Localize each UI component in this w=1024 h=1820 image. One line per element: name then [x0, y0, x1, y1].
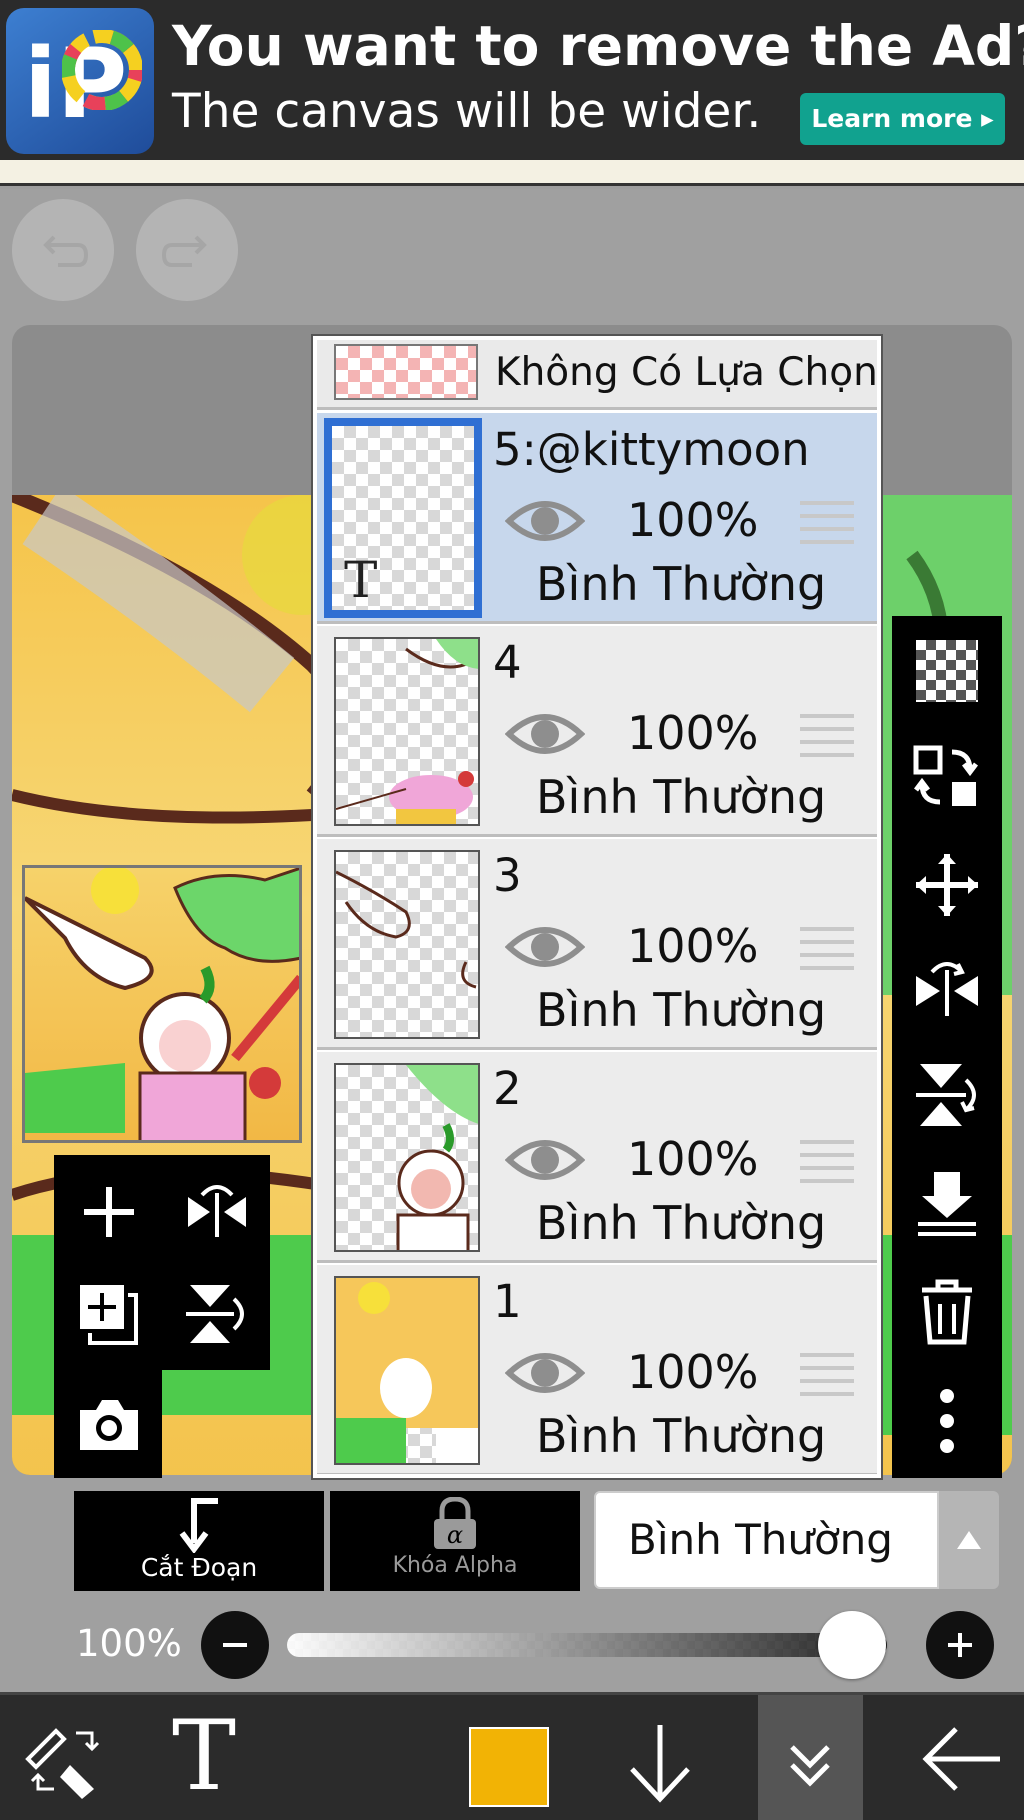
no-selection-row[interactable]: Không Có Lựa Chọn	[317, 340, 877, 410]
layer-row-4[interactable]: 4 100% Bình Thường	[317, 626, 877, 837]
layer-blend-mode: Bình Thường	[536, 557, 827, 611]
layer-opacity: 100%	[627, 1132, 759, 1186]
layers-menu-button[interactable]	[758, 1695, 863, 1820]
layer-row-5[interactable]: T 5:@kittymoon 100% Bình Thường	[317, 413, 877, 624]
redo-icon	[162, 235, 207, 267]
undo-button[interactable]	[12, 199, 114, 301]
drag-handle-icon[interactable]	[800, 1353, 854, 1405]
clipping-arrow-icon	[179, 1498, 218, 1553]
layer-blend-mode: Bình Thường	[536, 770, 827, 824]
ad-subtitle: The canvas will be wider.	[172, 84, 762, 139]
layer-thumbnail	[334, 850, 480, 1039]
layer-blend-mode: Bình Thường	[536, 1409, 827, 1463]
swap-layers-icon[interactable]	[912, 742, 982, 812]
text-tool-button[interactable]: T	[172, 1701, 236, 1820]
move-icon[interactable]	[912, 850, 982, 920]
visibility-eye-icon[interactable]	[505, 1343, 585, 1403]
merge-down-icon[interactable]	[912, 1168, 982, 1238]
layer-name: 3	[493, 849, 522, 902]
layer-opacity: 100%	[627, 1345, 759, 1399]
layer-opacity: 100%	[627, 493, 759, 547]
visibility-eye-icon[interactable]	[505, 491, 585, 551]
layer-thumbnail	[334, 1276, 480, 1465]
bottom-toolbar: T	[0, 1692, 1024, 1820]
layer-name: 2	[493, 1062, 522, 1115]
layer-3-preview	[336, 870, 477, 989]
camera-icon[interactable]	[76, 1392, 142, 1458]
layer-4-preview	[336, 639, 478, 824]
svg-text:α: α	[447, 1521, 463, 1549]
canvas-preview-thumbnail[interactable]	[22, 865, 302, 1143]
ad-banner[interactable]: iP You want to remove the Ad? The canvas…	[0, 0, 1024, 160]
add-layer-icon[interactable]	[76, 1179, 142, 1245]
blend-mode-dropdown-button[interactable]	[939, 1491, 999, 1589]
flip-layer-vertical-icon[interactable]	[184, 1281, 250, 1347]
camera-tool	[54, 1370, 162, 1478]
layer-blend-mode: Bình Thường	[536, 983, 827, 1037]
layer-row-3[interactable]: 3 100% Bình Thường	[317, 839, 877, 1050]
duplicate-layer-icon[interactable]	[76, 1281, 142, 1347]
triangle-up-icon	[957, 1531, 981, 1549]
layer-thumbnail: T	[324, 418, 482, 618]
visibility-eye-icon[interactable]	[505, 1130, 585, 1190]
learn-more-button[interactable]: Learn more ▸	[800, 93, 1005, 145]
selection-thumbnail	[334, 344, 478, 400]
layer-thumbnail	[334, 1063, 480, 1252]
layer-1-preview	[336, 1278, 478, 1463]
drag-handle-icon[interactable]	[800, 927, 854, 979]
drag-handle-icon[interactable]	[800, 501, 854, 553]
visibility-eye-icon[interactable]	[505, 917, 585, 977]
flip-horizontal-icon[interactable]	[912, 956, 982, 1026]
layer-tools-toolbar	[892, 616, 1002, 1478]
layer-name: 4	[493, 636, 522, 689]
layer-blend-mode: Bình Thường	[536, 1196, 827, 1250]
alpha-lock-label: Khóa Alpha	[392, 1553, 518, 1578]
opacity-decrease-button[interactable]	[201, 1611, 269, 1679]
redo-button[interactable]	[136, 199, 238, 301]
layer-row-1[interactable]: 1 100% Bình Thường	[317, 1265, 877, 1474]
preview-artwork	[25, 868, 299, 1140]
clipping-label: Cắt Đoạn	[140, 1553, 258, 1582]
text-layer-icon: T	[344, 551, 378, 609]
color-wheel-icon	[62, 30, 142, 110]
layer-add-tools	[54, 1155, 270, 1370]
current-color-swatch[interactable]	[469, 1727, 549, 1807]
ad-divider	[0, 160, 1024, 186]
ad-title: You want to remove the Ad?	[172, 14, 1024, 78]
layer-thumbnail	[334, 637, 480, 826]
alpha-lock-button[interactable]: α Khóa Alpha	[330, 1491, 580, 1591]
layer-name: 1	[493, 1275, 522, 1328]
layer-opacity: 100%	[627, 919, 759, 973]
no-selection-label: Không Có Lựa Chọn	[495, 350, 878, 395]
arrow-down-icon[interactable]	[620, 1719, 700, 1820]
drag-handle-icon[interactable]	[800, 1140, 854, 1192]
layer-name: 5:@kittymoon	[493, 423, 810, 476]
plus-icon	[948, 1633, 972, 1657]
trash-icon[interactable]	[912, 1276, 982, 1346]
blend-mode-select[interactable]: Bình Thường	[594, 1491, 939, 1589]
opacity-increase-button[interactable]	[926, 1611, 994, 1679]
transparent-background-icon[interactable]	[916, 640, 978, 702]
back-arrow-icon[interactable]	[916, 1719, 1006, 1820]
layers-panel: Không Có Lựa Chọn T 5:@kittymoon 100% Bì…	[313, 336, 881, 1478]
opacity-slider-track[interactable]	[287, 1633, 887, 1657]
flip-layer-horizontal-icon[interactable]	[184, 1179, 250, 1245]
opacity-slider-knob[interactable]	[818, 1611, 886, 1679]
layer-opacity: 100%	[627, 706, 759, 760]
more-options-icon[interactable]	[912, 1386, 982, 1456]
flip-vertical-icon[interactable]	[912, 1060, 982, 1130]
drag-handle-icon[interactable]	[800, 714, 854, 766]
lock-icon: α	[434, 1497, 476, 1549]
ibispaint-logo: iP	[6, 8, 154, 154]
clipping-button[interactable]: Cắt Đoạn	[74, 1491, 324, 1591]
layer-2-preview	[396, 1065, 478, 1250]
double-chevron-down-icon	[790, 1745, 830, 1787]
minus-icon	[223, 1643, 247, 1647]
visibility-eye-icon[interactable]	[505, 704, 585, 764]
brush-eraser-toggle-icon[interactable]	[20, 1719, 110, 1820]
undo-icon	[43, 235, 88, 267]
opacity-value-label: 100%	[76, 1622, 182, 1665]
layer-row-2[interactable]: 2 100% Bình Thường	[317, 1052, 877, 1263]
